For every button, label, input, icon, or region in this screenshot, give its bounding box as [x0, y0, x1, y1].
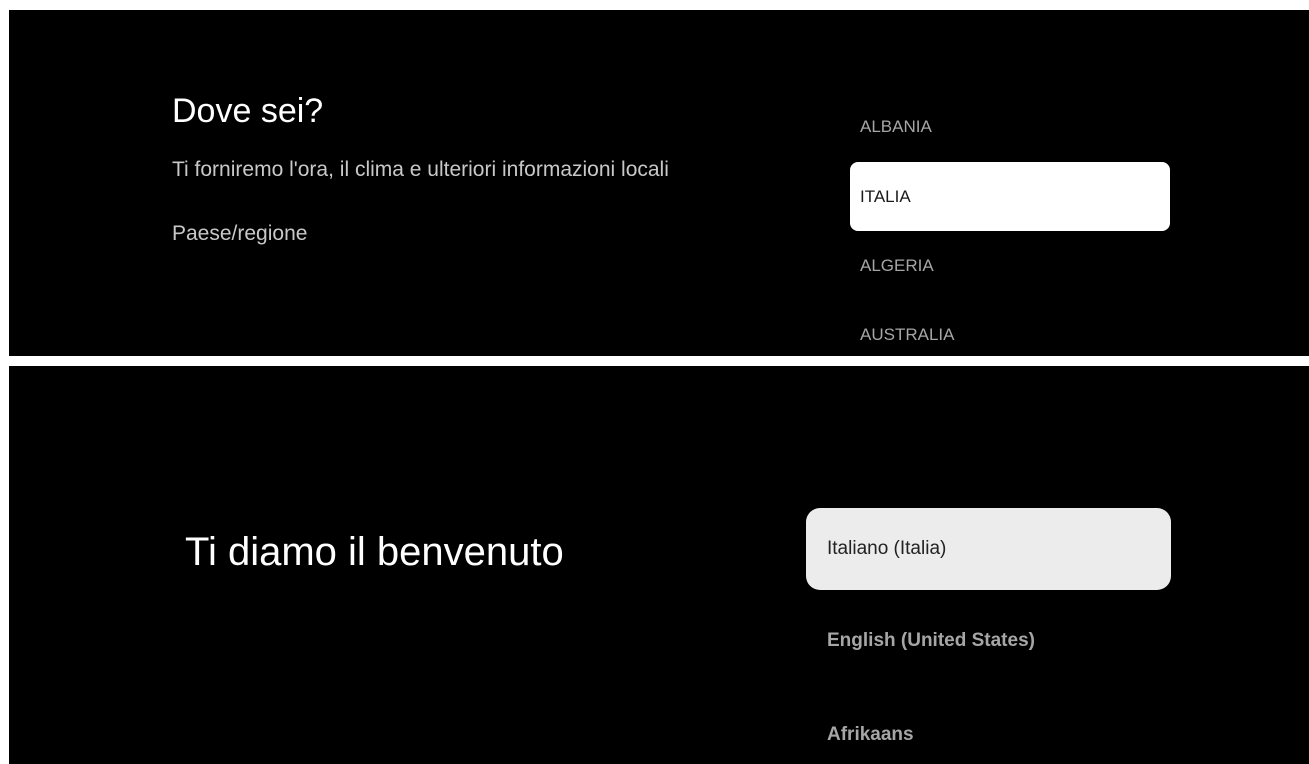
country-item-australia[interactable]: AUSTRALIA: [850, 300, 1170, 356]
page-title: Dove sei?: [172, 92, 324, 130]
page-subtitle: Ti forniremo l'ora, il clima e ulteriori…: [172, 158, 669, 181]
country-label: ALGERIA: [860, 255, 934, 275]
country-item-albania[interactable]: ALBANIA: [850, 92, 1170, 161]
welcome-screen: Ti diamo il benvenuto Italiano (Italia) …: [9, 366, 1309, 764]
country-label: ALBANIA: [860, 116, 932, 136]
language-label: Afrikaans: [827, 724, 914, 745]
language-label: English (United States): [827, 630, 1035, 651]
country-region-label: Paese/regione: [172, 222, 308, 245]
language-item-english[interactable]: English (United States): [806, 600, 1171, 682]
country-label: ITALIA: [860, 186, 911, 206]
language-item-italiano[interactable]: Italiano (Italia): [806, 508, 1171, 590]
country-label: AUSTRALIA: [860, 324, 955, 344]
region-selection-screen: Dove sei? Ti forniremo l'ora, il clima e…: [9, 10, 1309, 356]
country-item-italia[interactable]: ITALIA: [850, 162, 1170, 231]
language-item-afrikaans[interactable]: Afrikaans: [806, 694, 1171, 764]
language-label: Italiano (Italia): [827, 538, 947, 559]
country-item-algeria[interactable]: ALGERIA: [850, 231, 1170, 300]
welcome-title: Ti diamo il benvenuto: [185, 530, 564, 574]
